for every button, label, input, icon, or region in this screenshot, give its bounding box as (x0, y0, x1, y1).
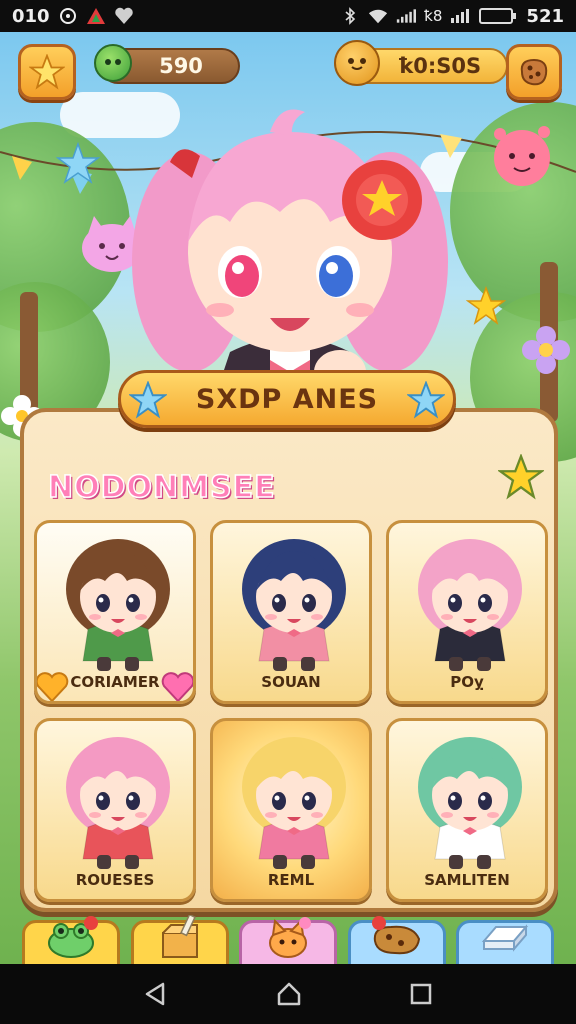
home-icon[interactable] (275, 980, 303, 1008)
character-card[interactable]: ROUESES (34, 718, 196, 902)
character-card[interactable]: CORIAMER (34, 520, 196, 704)
battery-icon (478, 6, 518, 26)
menu-button-3[interactable]: Ryennia (239, 917, 337, 964)
navigation-bar (0, 964, 576, 1024)
flower-sprite (522, 326, 570, 374)
recents-icon[interactable] (409, 982, 433, 1006)
blue-star-icon (129, 381, 167, 419)
box-icon (155, 913, 205, 963)
status-time-right: 521 (526, 5, 564, 27)
character-portrait (418, 539, 522, 671)
bottom-menu: ꞥoa Maree Ryennia Lesige Mevee (22, 913, 554, 964)
favorites-button[interactable] (18, 44, 76, 100)
character-name: SAMLITEN (424, 871, 510, 889)
heart-icon (37, 672, 69, 701)
character-card[interactable]: SOUAN (210, 520, 372, 704)
menu-button-2[interactable]: Maree (130, 913, 229, 964)
game-scene: 590 ꝁ0:S0S NODONMSEE CORIAMER SOUAN POỵ … (0, 32, 576, 964)
character-portrait (66, 737, 170, 869)
hero-character (132, 109, 448, 412)
frog-icon (43, 915, 99, 963)
character-name: SOUAN (261, 673, 321, 691)
banner-title: SXDP ANES (195, 383, 379, 415)
gold-value: ꝁ0:S0S (398, 54, 482, 78)
character-card[interactable]: REML (210, 718, 372, 902)
cookie-icon (520, 58, 548, 86)
gold-creature-icon (334, 40, 380, 86)
status-bar: 010 ꝁ8 521 (0, 0, 576, 32)
network-label: ꝁ8 (424, 7, 443, 25)
character-portrait (242, 737, 346, 869)
character-name: REML (267, 871, 315, 889)
character-portrait (418, 737, 522, 869)
star-icon (29, 54, 65, 90)
signal-icon (396, 6, 417, 26)
back-icon[interactable] (143, 981, 169, 1007)
green-slime-icon (94, 44, 132, 82)
blue-star-sprite (56, 142, 100, 184)
shop-button[interactable] (506, 44, 562, 100)
cat-icon (263, 915, 313, 963)
menu-button-1[interactable]: ꞥoa (22, 916, 120, 964)
star-icon (498, 454, 544, 500)
character-card[interactable]: SAMLITEN (386, 718, 548, 902)
menu-button-5[interactable]: Mevee (456, 920, 554, 964)
character-portrait (66, 539, 170, 671)
heart-icon (114, 6, 134, 26)
heart-icon (161, 672, 193, 701)
wifi-icon (368, 6, 388, 26)
star-sprite (466, 286, 506, 325)
network-icon (450, 6, 470, 26)
status-time-left: 010 (12, 5, 50, 27)
character-panel: NODONMSEE CORIAMER SOUAN POỵ ROUESES REM… (20, 408, 558, 912)
title-banner: SXDP ANES (118, 370, 456, 428)
blue-star-icon (407, 381, 445, 419)
coins-value: 590 (159, 54, 203, 78)
warning-icon (86, 6, 106, 26)
character-name: ROUESES (75, 871, 155, 889)
menu-button-4[interactable]: Lesige (347, 916, 446, 964)
sync-icon (58, 6, 78, 26)
character-name: POỵ (450, 673, 484, 691)
character-portrait (242, 539, 346, 671)
character-card[interactable]: POỵ (386, 520, 548, 704)
pink-blob-sprite (494, 126, 550, 186)
panel-title: NODONMSEE (47, 469, 276, 506)
bluetooth-icon (340, 6, 360, 26)
eraser-icon (480, 915, 530, 959)
character-grid: CORIAMER SOUAN POỵ ROUESES REML SAMLITEN (34, 520, 548, 902)
cookie-icon (367, 915, 427, 963)
